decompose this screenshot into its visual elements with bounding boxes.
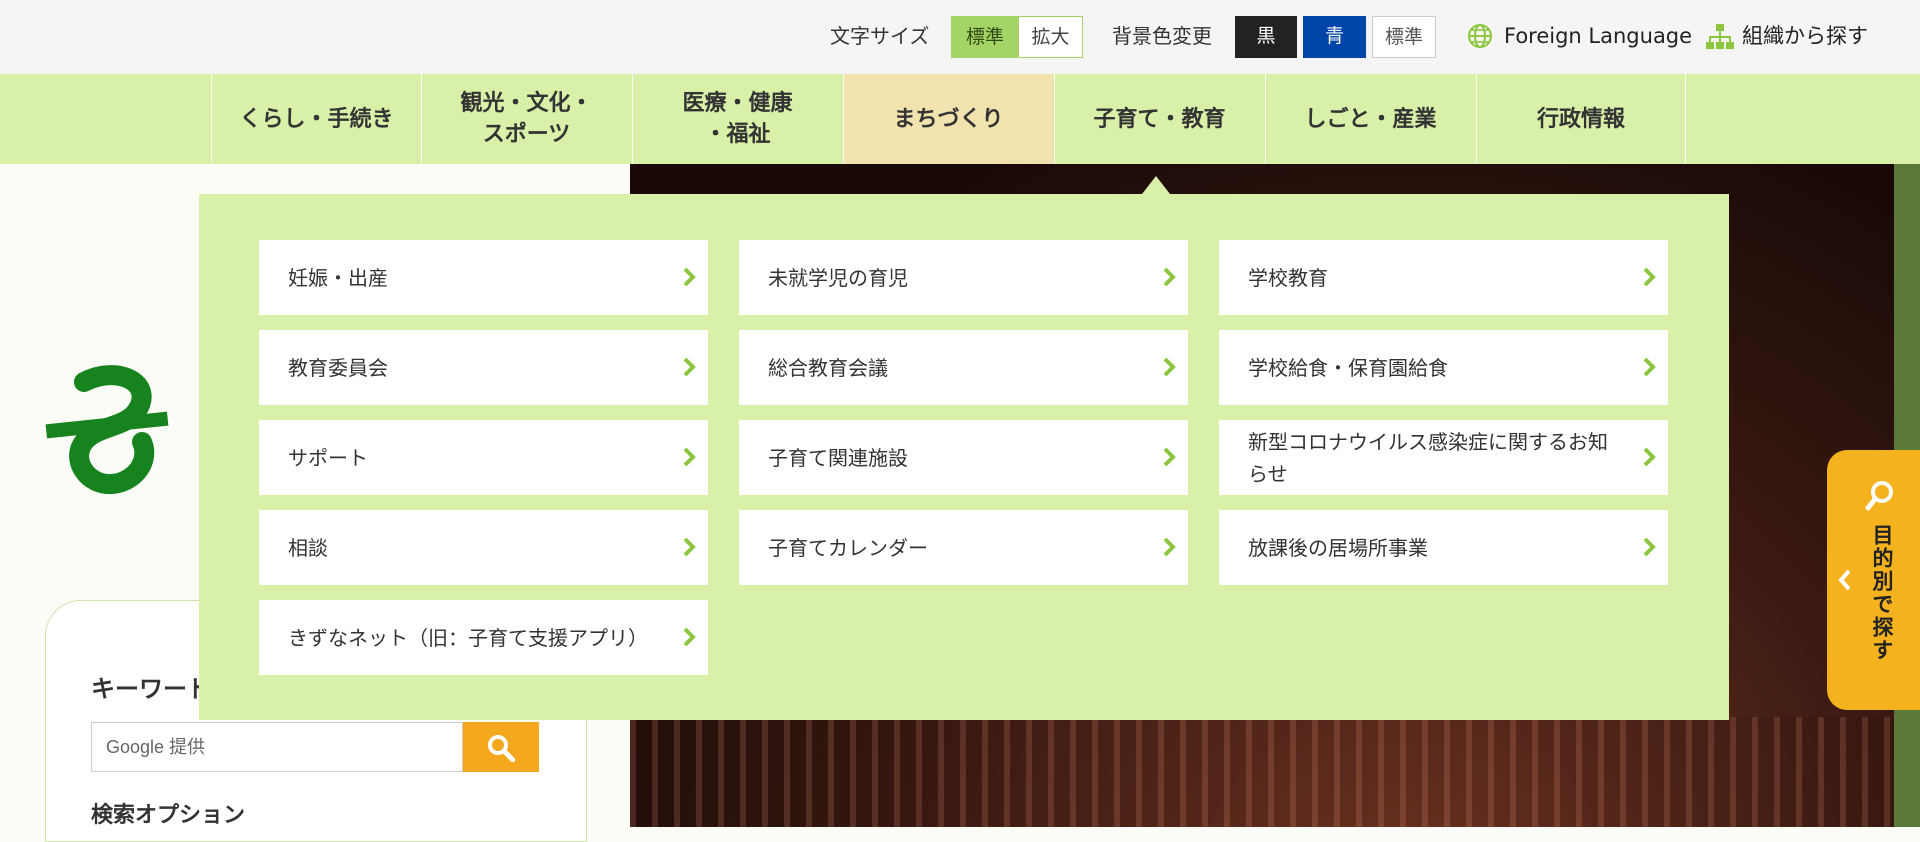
dropdown-item-label: 学校給食・保育園給食: [1248, 355, 1448, 380]
dropdown-item[interactable]: 妊娠・出産: [259, 240, 708, 315]
chevron-right-icon: [683, 537, 696, 557]
dropdown-item-label: 教育委員会: [288, 355, 388, 380]
search-icon: [488, 735, 515, 762]
search-input[interactable]: Google 提供: [91, 722, 463, 772]
bg-standard-button[interactable]: 標準: [1372, 16, 1436, 58]
chevron-left-icon: [1838, 569, 1851, 591]
chevron-right-icon: [1163, 447, 1176, 467]
chevron-right-icon: [1643, 447, 1656, 467]
chevron-right-icon: [1643, 537, 1656, 557]
nav-item-childcare[interactable]: 子育て・教育: [1054, 74, 1264, 164]
dropdown-item[interactable]: 子育て関連施設: [739, 420, 1188, 495]
city-logo: [45, 365, 169, 494]
dropdown-item[interactable]: 未就学児の育児: [739, 240, 1188, 315]
dropdown-item[interactable]: 新型コロナウイルス感染症に関するお知らせ: [1219, 420, 1668, 495]
org-chart-icon: [1706, 24, 1734, 49]
nav-item-health[interactable]: 医療・健康 ・福祉: [632, 74, 842, 164]
bg-color-label: 背景色変更: [1112, 24, 1212, 48]
dropdown-caret: [1142, 176, 1170, 194]
dropdown-item-label: サポート: [288, 445, 368, 470]
search-options-link[interactable]: 検索オプション: [91, 797, 245, 829]
nav-item-work[interactable]: しごと・産業: [1265, 74, 1475, 164]
chevron-right-icon: [683, 447, 696, 467]
chevron-right-icon: [1163, 267, 1176, 287]
font-size-label: 文字サイズ: [830, 24, 930, 48]
dropdown-item-label: 新型コロナウイルス感染症に関するお知らせ: [1248, 429, 1608, 486]
dropdown-item[interactable]: 学校教育: [1219, 240, 1668, 315]
chevron-right-icon: [683, 357, 696, 377]
dropdown-item[interactable]: サポート: [259, 420, 708, 495]
chevron-right-icon: [1643, 357, 1656, 377]
dropdown-item[interactable]: 総合教育会議: [739, 330, 1188, 405]
bg-blue-button[interactable]: 青: [1303, 16, 1366, 58]
dropdown-item-label: 放課後の居場所事業: [1248, 535, 1428, 560]
dropdown-item[interactable]: 子育てカレンダー: [739, 510, 1188, 585]
dropdown-item-label: 学校教育: [1248, 265, 1328, 290]
dropdown-item-label: 未就学児の育児: [768, 265, 908, 290]
foreign-language-label: Foreign Language: [1504, 24, 1693, 48]
dropdown-item-label: 子育てカレンダー: [768, 535, 928, 560]
search-button[interactable]: [463, 722, 539, 772]
search-icon: [1865, 481, 1893, 511]
dropdown-item-label: 総合教育会議: [768, 355, 888, 380]
dropdown-item[interactable]: 学校給食・保育園給食: [1219, 330, 1668, 405]
chevron-right-icon: [683, 627, 696, 647]
dropdown-item-label: 子育て関連施設: [768, 445, 908, 470]
nav-item-admin[interactable]: 行政情報: [1476, 74, 1686, 164]
nav-item-tourism[interactable]: 観光・文化・ スポーツ: [421, 74, 631, 164]
purpose-search-tab[interactable]: 目的別で探す: [1827, 450, 1920, 710]
purpose-search-label: 目的別で探す: [1870, 524, 1894, 662]
dropdown-item-label: きずなネット（旧：子育て支援アプリ）: [288, 625, 648, 650]
chevron-right-icon: [683, 267, 696, 287]
bg-black-button[interactable]: 黒: [1235, 16, 1297, 58]
dropdown-item-label: 妊娠・出産: [288, 265, 388, 290]
childcare-dropdown: 妊娠・出産 未就学児の育児 学校教育 教育委員会 総合教育会議 学校給食・保育園…: [199, 194, 1729, 720]
global-nav: くらし・手続き 観光・文化・ スポーツ 医療・健康 ・福祉 まちづくり 子育て・…: [0, 74, 1920, 164]
nav-item-living[interactable]: くらし・手続き: [211, 74, 421, 164]
dropdown-item[interactable]: 放課後の居場所事業: [1219, 510, 1668, 585]
chevron-right-icon: [1643, 267, 1656, 287]
foreign-language-link[interactable]: Foreign Language: [1467, 20, 1692, 52]
org-search-label: 組織から探す: [1742, 24, 1868, 48]
dropdown-item[interactable]: 教育委員会: [259, 330, 708, 405]
globe-icon: [1468, 24, 1492, 48]
chevron-right-icon: [1163, 537, 1176, 557]
search-title: キーワード: [91, 675, 211, 703]
nav-item-town[interactable]: まちづくり: [843, 74, 1053, 164]
utility-bar: 文字サイズ 標準 拡大 背景色変更 黒 青 標準 Foreign Languag…: [0, 0, 1920, 74]
org-search-link[interactable]: 組織から探す: [1705, 20, 1915, 52]
dropdown-item[interactable]: きずなネット（旧：子育て支援アプリ）: [259, 600, 708, 675]
font-size-standard-button[interactable]: 標準: [951, 16, 1019, 58]
font-size-large-button[interactable]: 拡大: [1019, 16, 1083, 58]
dropdown-item[interactable]: 相談: [259, 510, 708, 585]
dropdown-item-label: 相談: [288, 535, 328, 560]
chevron-right-icon: [1163, 357, 1176, 377]
